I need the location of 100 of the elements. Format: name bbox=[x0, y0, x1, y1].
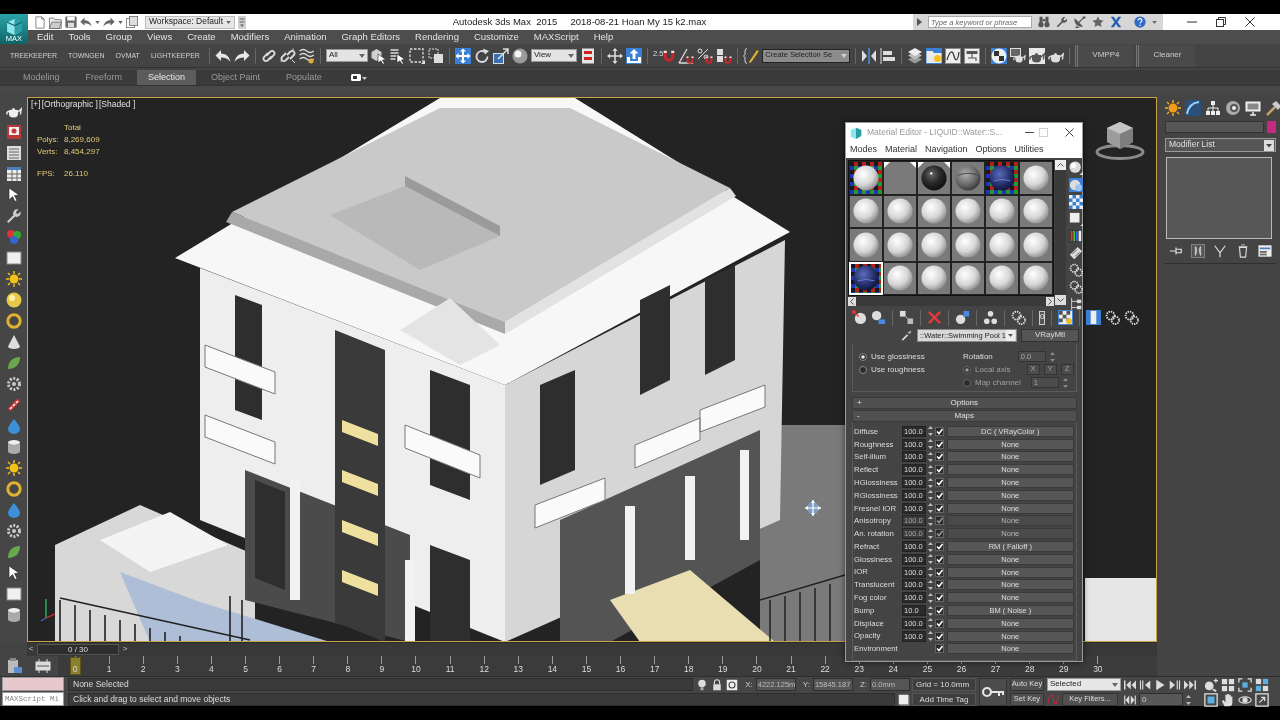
menu-item[interactable]: Modifiers bbox=[230, 31, 270, 43]
material-id-button[interactable]: 0 bbox=[1039, 310, 1046, 325]
axis-cross-icon[interactable] bbox=[606, 47, 623, 64]
script-button[interactable]: Cleaner bbox=[1136, 44, 1196, 67]
crossing-squares-icon[interactable] bbox=[427, 47, 444, 64]
frame-corners-icon[interactable] bbox=[1238, 677, 1252, 692]
menu-item[interactable]: Help bbox=[593, 31, 614, 43]
angle-magnet-icon[interactable] bbox=[678, 47, 695, 64]
sample-slot[interactable] bbox=[849, 228, 883, 262]
checker-bulb-icon[interactable] bbox=[1058, 310, 1074, 325]
sample-slot[interactable] bbox=[951, 194, 985, 228]
move-icon[interactable] bbox=[454, 47, 471, 64]
checkbox[interactable] bbox=[935, 593, 944, 603]
menu-item[interactable]: Options bbox=[975, 145, 1007, 155]
script-button[interactable]: VMPP4 bbox=[1075, 44, 1134, 67]
go-to-start-icon[interactable] bbox=[1124, 678, 1136, 691]
gear-icon[interactable] bbox=[5, 523, 22, 539]
mirror-icon[interactable] bbox=[861, 47, 878, 64]
time-slider-thumb[interactable]: 0 / 30 bbox=[37, 644, 119, 655]
sphere-icon[interactable] bbox=[511, 47, 528, 64]
clipboard-icon[interactable] bbox=[5, 658, 22, 674]
bar-handles-icon[interactable] bbox=[34, 658, 51, 674]
spinner-icon[interactable] bbox=[928, 426, 933, 437]
help-icon[interactable] bbox=[1134, 16, 1146, 28]
chain-link-icon[interactable] bbox=[260, 47, 277, 64]
color-swatch-icon[interactable] bbox=[1267, 121, 1276, 133]
sample-slot[interactable] bbox=[883, 194, 917, 228]
checkbox[interactable] bbox=[935, 554, 944, 564]
selection-filter-dropdown[interactable]: All bbox=[325, 49, 368, 62]
time-tag-button[interactable]: Add Time Tag bbox=[912, 693, 976, 706]
double-arrow-bars-icon[interactable] bbox=[1124, 693, 1136, 706]
menu-item[interactable]: Tools bbox=[68, 31, 91, 43]
fork-icon[interactable] bbox=[1213, 244, 1228, 258]
expand-icon[interactable] bbox=[1255, 692, 1269, 707]
scrollbar[interactable] bbox=[848, 296, 1054, 306]
sample-slot[interactable] bbox=[951, 161, 985, 195]
cylinder-icon[interactable] bbox=[5, 439, 22, 455]
sample-slot[interactable] bbox=[1019, 194, 1053, 228]
cursor-icon[interactable] bbox=[5, 187, 22, 203]
percent-magnet-icon[interactable] bbox=[697, 47, 714, 64]
diagonal-strip-icon[interactable] bbox=[1069, 246, 1083, 260]
restore-icon[interactable] bbox=[1216, 17, 1226, 27]
checker-icon[interactable] bbox=[1069, 195, 1083, 209]
teapot-window-icon[interactable] bbox=[1010, 47, 1027, 64]
spinner-icon[interactable] bbox=[928, 579, 933, 590]
sample-slot[interactable] bbox=[951, 261, 985, 295]
modifier-list-dropdown[interactable]: Modifier List bbox=[1165, 138, 1276, 152]
folder-bulb-icon[interactable] bbox=[926, 47, 943, 64]
spinner-icon[interactable] bbox=[928, 605, 933, 616]
overflow-menu-icon[interactable] bbox=[238, 15, 246, 29]
cursor-icon[interactable] bbox=[5, 565, 22, 581]
spinner-icon[interactable] bbox=[928, 592, 933, 603]
brace-pencil-icon[interactable] bbox=[743, 47, 760, 64]
sample-slot[interactable] bbox=[951, 228, 985, 262]
sample-slot[interactable] bbox=[1019, 161, 1053, 195]
ring-icon[interactable] bbox=[5, 313, 22, 329]
lock-icon[interactable] bbox=[711, 678, 724, 691]
workspace-dropdown[interactable]: Workspace: Default bbox=[145, 15, 235, 29]
nested-square-icon[interactable] bbox=[1204, 692, 1218, 707]
checkbox[interactable] bbox=[935, 490, 944, 500]
striped-bar-icon[interactable] bbox=[5, 397, 22, 413]
sun-icon[interactable] bbox=[5, 271, 22, 287]
menu-item[interactable]: Utilities bbox=[1014, 145, 1044, 155]
four-squares-icon[interactable] bbox=[1255, 677, 1269, 692]
drop-icon[interactable] bbox=[5, 502, 22, 518]
listener-input-field[interactable] bbox=[2, 677, 64, 691]
checkbox[interactable] bbox=[935, 618, 944, 628]
spinner-icon[interactable] bbox=[928, 515, 933, 526]
rollout-header[interactable]: - Maps bbox=[852, 410, 1077, 422]
gear-cluster-icon[interactable] bbox=[1069, 263, 1083, 277]
pan-hand-icon[interactable] bbox=[1221, 692, 1235, 707]
leaf-icon[interactable] bbox=[5, 544, 22, 560]
hierarchy-icon[interactable] bbox=[1205, 100, 1221, 116]
satellite-dish-icon[interactable] bbox=[1074, 16, 1086, 28]
wrench-icon[interactable] bbox=[5, 208, 22, 224]
sample-slot[interactable] bbox=[917, 161, 951, 195]
modifier-stack[interactable] bbox=[1166, 157, 1272, 239]
redo-icon[interactable] bbox=[103, 16, 115, 28]
spinner-icon[interactable] bbox=[928, 464, 933, 475]
caret-icon[interactable] bbox=[95, 20, 100, 24]
next-frame-button[interactable]: > bbox=[121, 644, 129, 655]
checker-sphere-icon[interactable] bbox=[991, 47, 1008, 64]
curve-graph-icon[interactable] bbox=[945, 47, 962, 64]
drop-icon[interactable] bbox=[5, 418, 22, 434]
teapot-frame-icon[interactable] bbox=[1029, 47, 1046, 64]
sphere-square-icon[interactable] bbox=[955, 310, 970, 325]
star-icon[interactable] bbox=[1092, 16, 1104, 28]
x-logo-icon[interactable] bbox=[1110, 16, 1122, 28]
name-field[interactable] bbox=[1165, 121, 1264, 133]
material-type-button[interactable]: VRayMtl bbox=[1021, 328, 1079, 342]
picture-frame-icon[interactable] bbox=[5, 124, 22, 140]
sphere-icon[interactable] bbox=[1069, 161, 1083, 175]
ribbon-toggle-icon[interactable] bbox=[350, 73, 367, 82]
sample-slot[interactable] bbox=[849, 161, 883, 195]
sample-slot[interactable] bbox=[917, 194, 951, 228]
wrench-icon[interactable] bbox=[1056, 16, 1068, 28]
hammer-icon[interactable] bbox=[1265, 100, 1280, 116]
sun-icon[interactable] bbox=[5, 460, 22, 476]
menu-item[interactable]: Group bbox=[105, 31, 132, 43]
spinner-icon[interactable] bbox=[928, 452, 933, 462]
